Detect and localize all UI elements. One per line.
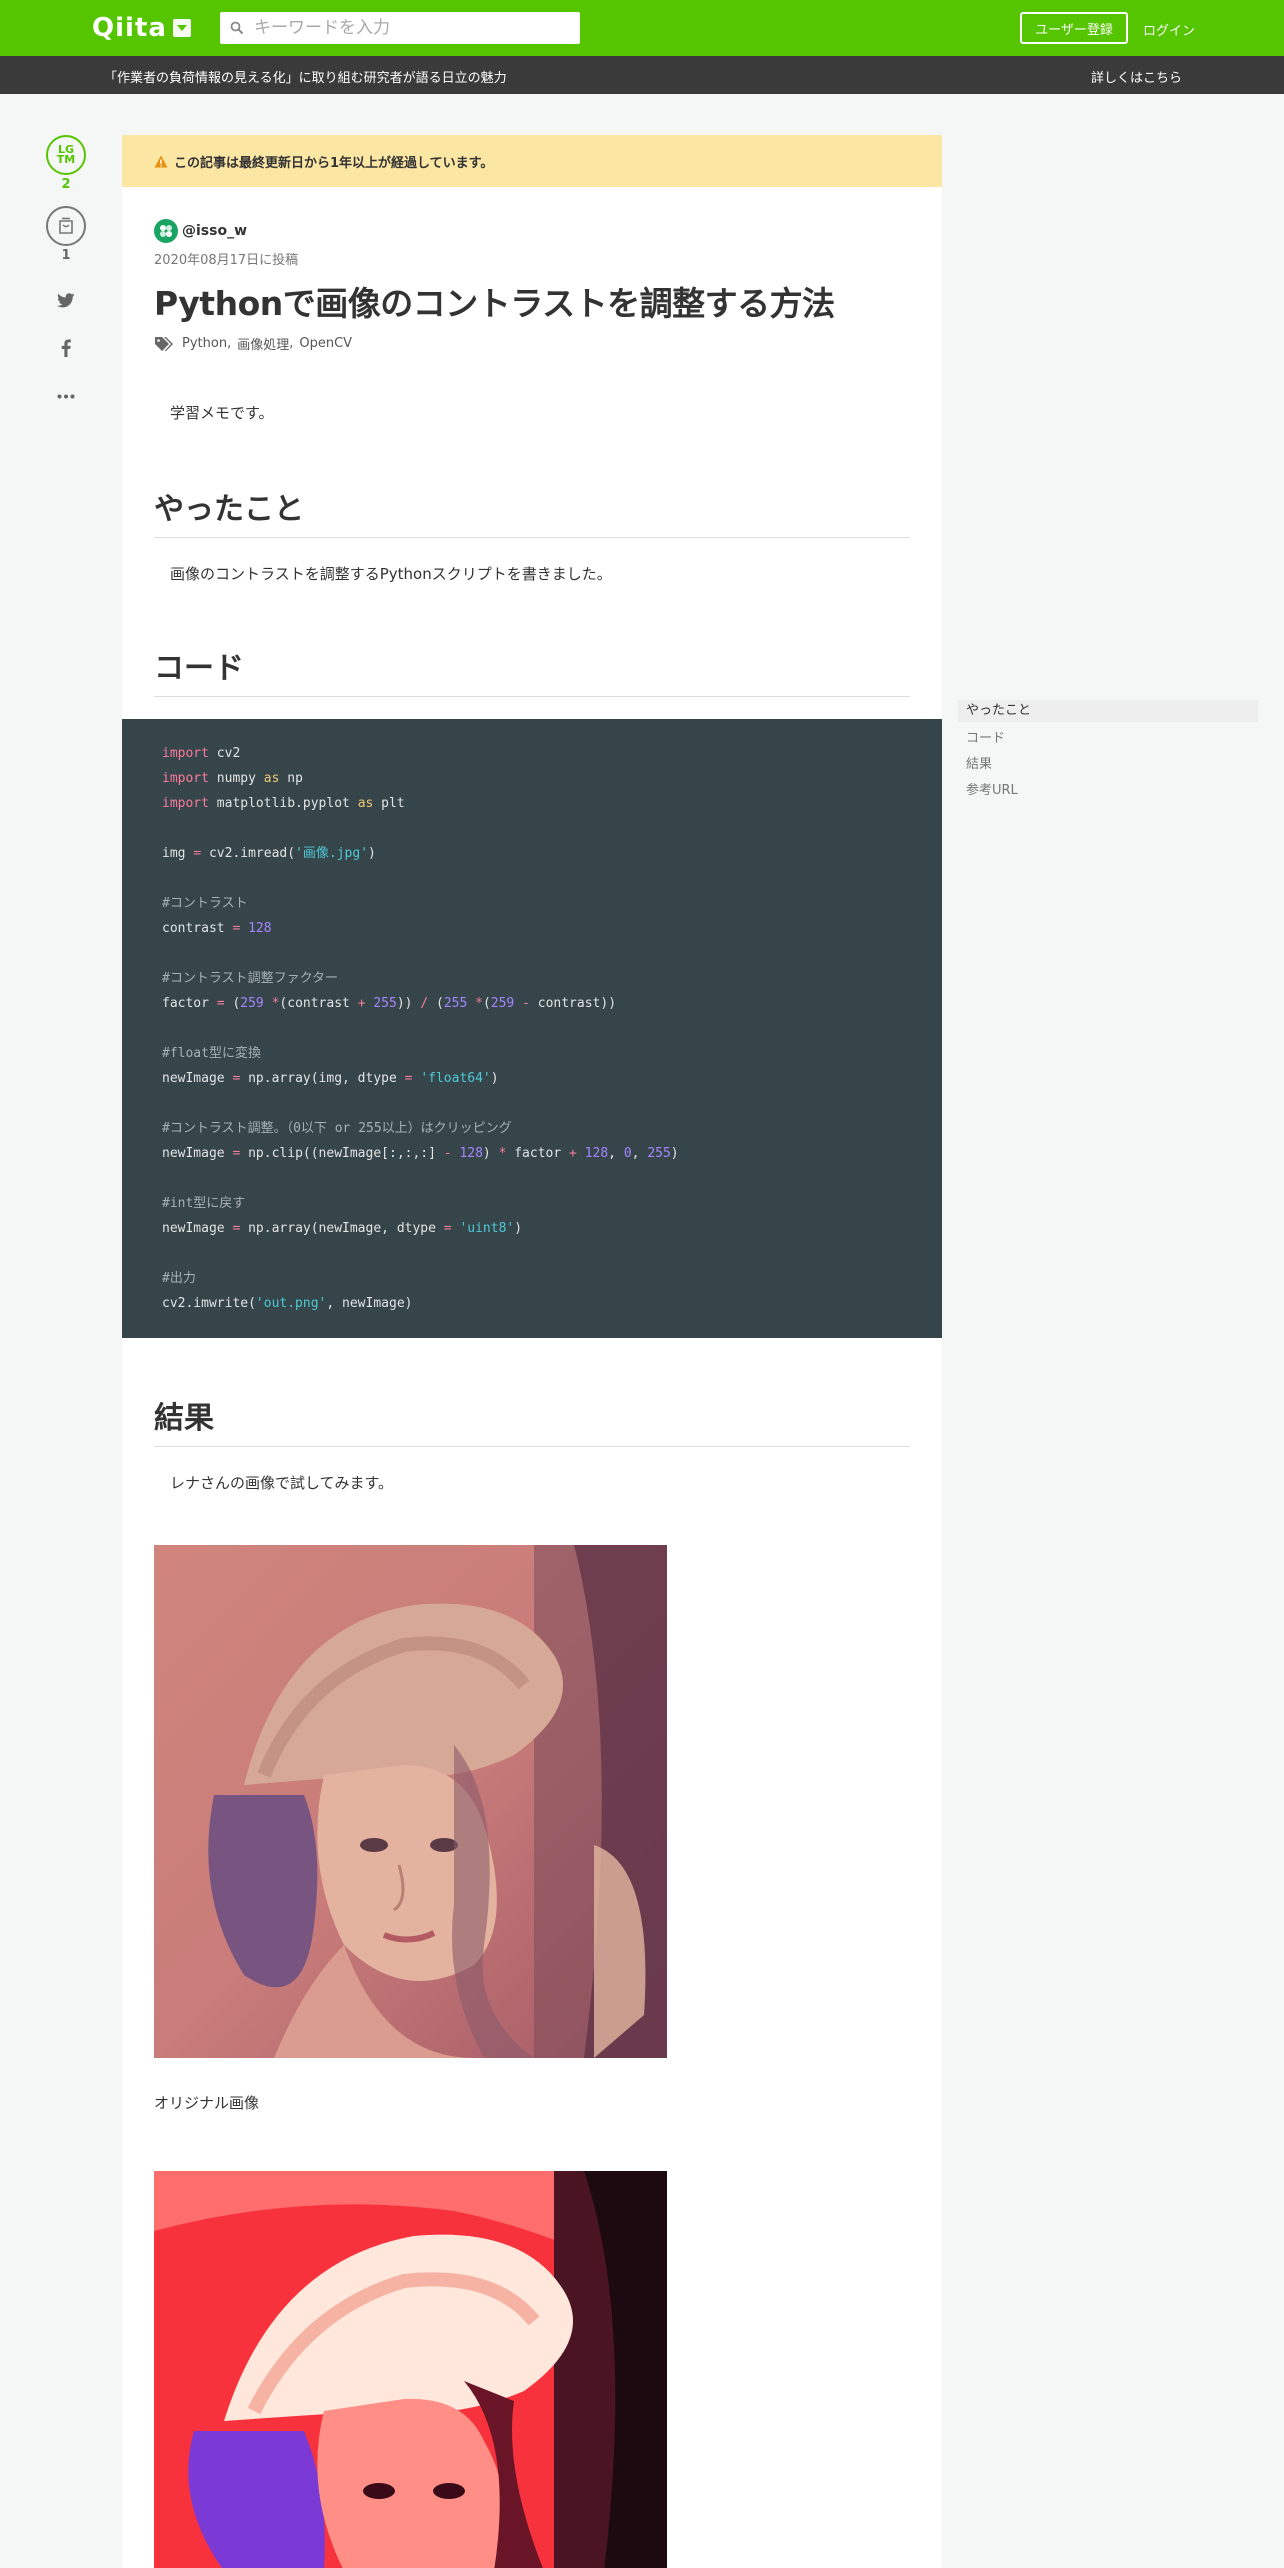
outdated-warning: この記事は最終更新日から1年以上が経過しています。 (122, 135, 942, 187)
toc-item[interactable]: やったこと (958, 700, 1258, 722)
section-heading: やったこと (154, 491, 910, 538)
qiita-logo[interactable]: Qiita (92, 13, 191, 43)
search-input[interactable] (254, 18, 564, 38)
section-text: 画像のコントラストを調整するPythonスクリプトを書きました。 (170, 565, 612, 583)
promo-banner: 「作業者の負荷情報の見える化」に取り組む研究者が語る日立の魅力 詳しくはこちら (0, 56, 1284, 94)
lgtm-button[interactable]: LG TM (46, 135, 86, 175)
twitter-icon[interactable] (44, 289, 88, 311)
post-date: 2020年08月17日に投稿 (154, 253, 299, 268)
global-header: Qiita ユーザー登録 ログイン (0, 0, 1284, 56)
code-block[interactable]: import cv2 import numpy as np import mat… (122, 719, 942, 1338)
login-link[interactable]: ログイン (1143, 20, 1195, 39)
stock-icon (59, 217, 73, 234)
lgtm-label-bottom: TM (56, 153, 76, 166)
section-heading: コード (154, 650, 910, 697)
logo-text: Qiita (92, 13, 167, 43)
tag-list: Python, 画像処理, OpenCV (154, 334, 910, 353)
stock-count: 1 (61, 248, 71, 263)
promo-link[interactable]: 詳しくはこちら (1091, 67, 1182, 86)
tag-separator: , (227, 336, 232, 351)
tag-python[interactable]: Python (182, 336, 227, 351)
facebook-icon[interactable] (44, 337, 88, 359)
author-name[interactable]: @isso_w (182, 223, 247, 239)
signup-button[interactable]: ユーザー登録 (1020, 12, 1128, 44)
stock-button[interactable] (46, 206, 86, 246)
article-actions: LG TM 2 1 (44, 135, 88, 407)
toc-item[interactable]: 参考URL (958, 778, 1258, 804)
lgtm-count: 2 (61, 177, 71, 192)
tag-separator: , (289, 336, 294, 351)
avatar[interactable] (154, 219, 178, 243)
page-title: Pythonで画像のコントラストを調整する方法 (154, 284, 835, 323)
tag-opencv[interactable]: OpenCV (299, 336, 352, 351)
warning-text: この記事は最終更新日から1年以上が経過しています。 (174, 155, 494, 171)
image-caption: オリジナル画像 (154, 2094, 260, 2112)
search-icon (220, 21, 254, 35)
section-text: レナさんの画像で試してみます。 (170, 1474, 394, 1492)
section-heading: 結果 (154, 1400, 910, 1447)
promo-text[interactable]: 「作業者の負荷情報の見える化」に取り組む研究者が語る日立の魅力 (104, 67, 507, 86)
toc-item[interactable]: 結果 (958, 752, 1258, 778)
intro-text: 学習メモです。 (170, 404, 274, 422)
contrast-image (154, 2171, 667, 2568)
table-of-contents: やったこと コード 結果 参考URL (958, 700, 1258, 804)
tags-icon (154, 336, 174, 352)
author[interactable]: @isso_w (154, 219, 910, 243)
chevron-down-icon[interactable] (172, 19, 191, 37)
more-options-icon[interactable] (44, 385, 88, 407)
tag-image-processing[interactable]: 画像処理 (237, 334, 289, 353)
warning-icon (154, 155, 168, 168)
search-box[interactable] (220, 12, 580, 44)
original-image (154, 1545, 667, 2058)
toc-item[interactable]: コード (958, 726, 1258, 752)
article: この記事は最終更新日から1年以上が経過しています。 @isso_w 2020年0… (122, 135, 942, 2568)
